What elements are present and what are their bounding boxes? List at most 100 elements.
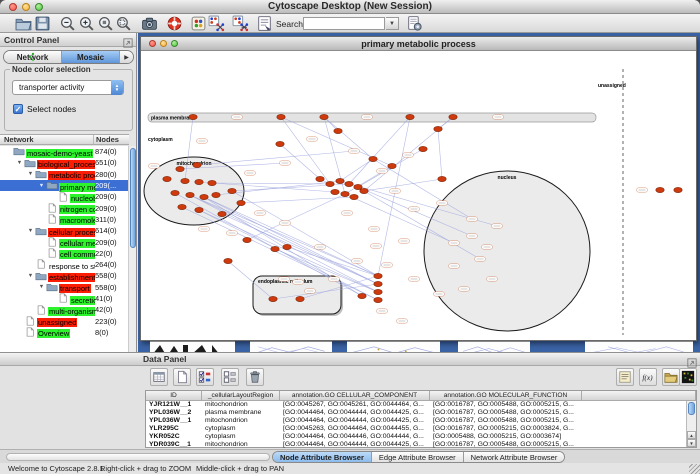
expand-arrow-icon[interactable]: ▼: [26, 273, 35, 279]
network-node[interactable]: [336, 178, 344, 183]
network-node[interactable]: [316, 176, 324, 181]
network-node[interactable]: [189, 114, 197, 119]
network-node[interactable]: [320, 114, 328, 119]
network-node[interactable]: [674, 187, 682, 192]
network-node[interactable]: [218, 211, 226, 216]
help-icon[interactable]: [166, 15, 183, 32]
table-scrollbar[interactable]: ▲ ▼: [686, 401, 696, 447]
tree-scrollbar-thumb[interactable]: [130, 148, 136, 248]
network-node[interactable]: [208, 180, 216, 185]
function-builder-icon[interactable]: f(x): [639, 368, 657, 386]
resize-grip[interactable]: [689, 464, 700, 474]
delete-attribute-icon[interactable]: [246, 368, 264, 386]
scroll-up-button[interactable]: ▲: [687, 431, 696, 439]
tree-scrollbar[interactable]: [128, 146, 136, 352]
network-node[interactable]: [195, 207, 203, 212]
network-node[interactable]: [350, 194, 358, 199]
new-attribute-icon[interactable]: [173, 368, 191, 386]
table-cell[interactable]: mitochondrion: [202, 441, 280, 449]
table-cell[interactable]: [GO:0016787, GO:0005488, GO:0005215, G..…: [430, 441, 582, 449]
vizmapper-icon[interactable]: [190, 15, 207, 32]
tab-network-attribute-browser[interactable]: Network Attribute Browser: [464, 452, 565, 462]
network-node[interactable]: [358, 293, 366, 298]
table-cell[interactable]: [GO:0044464, GO:0044444, GO:0044425, G..…: [280, 417, 430, 425]
network-node[interactable]: [406, 114, 414, 119]
network-node[interactable]: [195, 179, 203, 184]
table-cell[interactable]: plasma membrane: [202, 409, 280, 417]
zoom-fit-icon[interactable]: [115, 15, 132, 32]
network-node[interactable]: [277, 114, 285, 119]
network-node[interactable]: [224, 258, 232, 263]
zoom-in-icon[interactable]: [78, 15, 95, 32]
more-tabs-button[interactable]: ▶: [120, 51, 133, 63]
table-cell[interactable]: [GO:0044464, GO:0044444, GO:0044425, G..…: [280, 441, 430, 449]
network-node[interactable]: [360, 188, 368, 193]
network-node[interactable]: [181, 178, 189, 183]
network-node[interactable]: [341, 191, 349, 196]
matrix-icon[interactable]: [679, 368, 697, 386]
filter-icon[interactable]: [256, 15, 273, 32]
save-icon[interactable]: [34, 15, 51, 32]
network-node[interactable]: [186, 192, 194, 197]
table-row[interactable]: YLR295Ccytoplasm[GO:0045263, GO:0044464,…: [146, 425, 696, 433]
network-node[interactable]: [345, 181, 353, 186]
edge-attributes-icon[interactable]: [232, 15, 249, 32]
network-node[interactable]: [271, 246, 279, 251]
attribute-batch-icon[interactable]: [616, 368, 634, 386]
table-cell[interactable]: [GO:0016787, GO:0005488, GO:0005215, G..…: [430, 409, 582, 417]
table-column-header[interactable]: _cellularLayoutRegion: [202, 391, 280, 401]
network-node[interactable]: [438, 176, 446, 181]
network-node[interactable]: [200, 194, 208, 199]
table-cell[interactable]: YDR039C__1: [146, 441, 202, 449]
zoom-out-icon[interactable]: [59, 15, 76, 32]
network-node[interactable]: [331, 189, 339, 194]
table-cell[interactable]: [GO:0044464, GO:0044446, GO:0044444, G..…: [280, 433, 430, 441]
tab-edge-attribute-browser[interactable]: Edge Attribute Browser: [372, 452, 464, 462]
tab-node-attribute-browser[interactable]: Node Attribute Browser: [273, 452, 372, 462]
expand-arrow-icon[interactable]: ▼: [15, 160, 24, 166]
table-cell[interactable]: YPL036W__2: [146, 409, 202, 417]
network-node[interactable]: [176, 166, 184, 171]
select-all-icon[interactable]: [196, 368, 214, 386]
network-node[interactable]: [326, 181, 334, 186]
network-node[interactable]: [228, 188, 236, 193]
float-data-panel-icon[interactable]: [687, 355, 697, 365]
table-row[interactable]: YJR121W__1mitochondrion[GO:0045267, GO:0…: [146, 401, 696, 409]
search-config-icon[interactable]: [406, 15, 423, 32]
network-node[interactable]: [283, 244, 291, 249]
network-node[interactable]: [212, 192, 220, 197]
network-node[interactable]: [374, 289, 382, 294]
table-cell[interactable]: mitochondrion: [202, 401, 280, 409]
table-row[interactable]: YPL036W__1mitochondrion[GO:0044464, GO:0…: [146, 417, 696, 425]
select-nodes-checkbox[interactable]: ✓ Select nodes: [13, 104, 76, 114]
network-node[interactable]: [369, 156, 377, 161]
float-panel-icon[interactable]: [123, 35, 133, 45]
network-node[interactable]: [178, 204, 186, 209]
tab-network[interactable]: Network: [4, 51, 62, 63]
network-node[interactable]: [237, 200, 245, 205]
table-row[interactable]: YPL036W__2plasma membrane[GO:0044464, GO…: [146, 409, 696, 417]
node-color-dropdown[interactable]: transporter activity ▲▼: [12, 80, 124, 95]
table-cell[interactable]: cytoplasm: [202, 433, 280, 441]
table-cell[interactable]: [GO:0044464, GO:0044444, GO:0044425, G..…: [280, 409, 430, 417]
table-cell[interactable]: [GO:0016787, GO:0005488, GO:0005215, G..…: [430, 401, 582, 409]
tree-row[interactable]: Overview8(0): [0, 327, 129, 338]
network-node[interactable]: [449, 114, 457, 119]
table-cell[interactable]: [GO:0005488, GO:0005215, GO:0003674]: [430, 433, 582, 441]
expand-arrow-icon[interactable]: ▼: [37, 284, 46, 290]
expand-arrow-icon[interactable]: ▼: [26, 171, 35, 177]
network-window-titlebar[interactable]: primary metabolic process: [141, 37, 696, 51]
snapshot-icon[interactable]: [141, 15, 158, 32]
network-node[interactable]: [374, 281, 382, 286]
table-column-header[interactable]: ID: [146, 391, 202, 401]
table-cell[interactable]: YLR295C: [146, 425, 202, 433]
network-node[interactable]: [656, 187, 664, 192]
table-cell[interactable]: YKR052C: [146, 433, 202, 441]
tab-mosaic[interactable]: Mosaic: [62, 51, 120, 63]
network-node[interactable]: [296, 296, 304, 301]
table-scrollbar-thumb[interactable]: [688, 402, 695, 415]
expand-arrow-icon[interactable]: ▼: [37, 183, 46, 189]
network-node[interactable]: [243, 237, 251, 242]
table-row[interactable]: YKR052Ccytoplasm[GO:0044464, GO:0044446,…: [146, 433, 696, 441]
zoom-selected-icon[interactable]: [97, 15, 114, 32]
